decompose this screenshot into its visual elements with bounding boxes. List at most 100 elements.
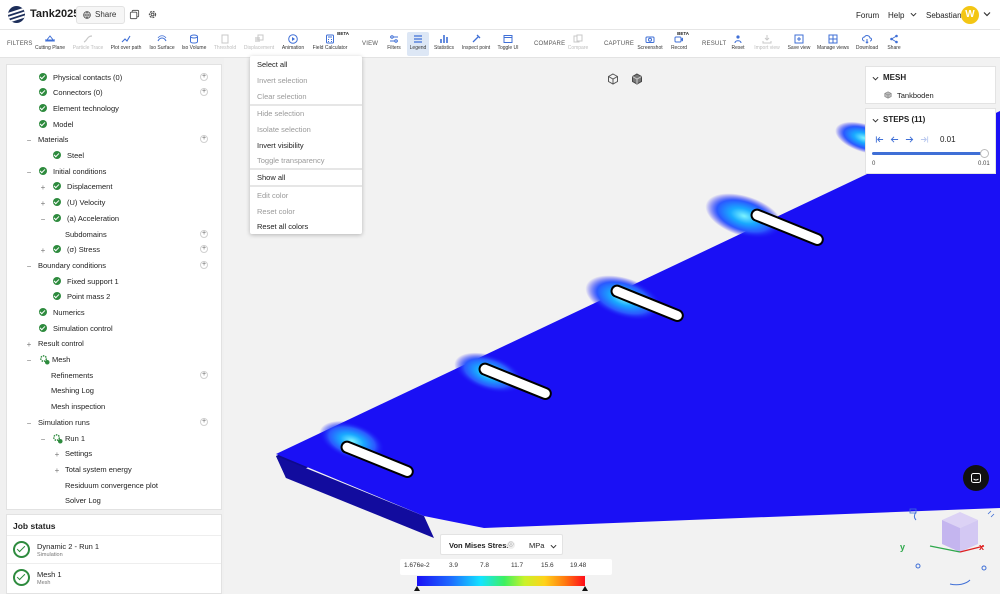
menu-show-all[interactable]: Show all bbox=[257, 173, 285, 182]
add-connector-button[interactable]: + bbox=[200, 88, 208, 96]
mesh-item-tankboden[interactable]: Tankboden bbox=[897, 91, 934, 100]
collapse-icon[interactable]: − bbox=[25, 356, 33, 365]
tree-item-boundary-conditions[interactable]: Boundary conditions bbox=[38, 258, 106, 272]
expand-icon[interactable]: + bbox=[39, 199, 47, 208]
tree-item-displacement[interactable]: Displacement bbox=[53, 179, 112, 193]
tree-item-result-control[interactable]: Result control bbox=[38, 336, 84, 350]
legend-unit-select[interactable]: MPa bbox=[529, 541, 544, 550]
gear-icon[interactable] bbox=[147, 9, 158, 20]
legend-field-name[interactable]: Von Mises Stress bbox=[449, 541, 511, 550]
tree-item-steel[interactable]: Steel bbox=[53, 148, 84, 162]
tree-item-numerics[interactable]: Numerics bbox=[39, 305, 85, 319]
iso-volume-tool[interactable]: Iso Volume bbox=[180, 32, 208, 56]
collapse-icon[interactable]: − bbox=[25, 136, 33, 145]
tree-item-mesh[interactable]: Mesh bbox=[39, 352, 70, 366]
chevron-down-icon[interactable] bbox=[872, 75, 879, 82]
tree-item-point-mass[interactable]: Point mass 2 bbox=[53, 289, 110, 303]
toggle-ui-tool[interactable]: Toggle UI bbox=[496, 32, 520, 56]
collapse-icon[interactable]: − bbox=[39, 215, 47, 224]
iso-surface-tool[interactable]: Iso Surface bbox=[148, 32, 176, 56]
reset-tool[interactable]: Reset bbox=[728, 32, 748, 56]
expand-icon[interactable]: + bbox=[53, 466, 61, 475]
support-chat-button[interactable] bbox=[963, 465, 989, 491]
add-material-button[interactable]: + bbox=[200, 135, 208, 143]
add-run-button[interactable]: + bbox=[200, 418, 208, 426]
add-stress-button[interactable]: + bbox=[200, 245, 208, 253]
filters-tool[interactable]: Filters bbox=[384, 32, 404, 56]
tree-item-meshing-log[interactable]: Meshing Log bbox=[51, 383, 94, 397]
inspect-point-tool[interactable]: Inspect point bbox=[460, 32, 492, 56]
project-title[interactable]: Tank2025 bbox=[30, 8, 79, 20]
copy-link-icon[interactable] bbox=[129, 9, 140, 20]
record-tool[interactable]: BETA Record bbox=[668, 31, 690, 56]
orientation-gizmo[interactable]: y x bbox=[900, 496, 1000, 594]
tree-item-mesh-inspection[interactable]: Mesh inspection bbox=[51, 399, 105, 413]
tree-item-velocity[interactable]: (U) Velocity bbox=[53, 195, 105, 209]
field-calculator-tool[interactable]: BETA Field Calculator bbox=[310, 31, 350, 56]
share-button[interactable]: Share bbox=[76, 6, 126, 24]
tree-item-subdomains[interactable]: Subdomains bbox=[65, 227, 107, 241]
expand-icon[interactable]: + bbox=[25, 340, 33, 349]
previous-step-icon[interactable] bbox=[890, 135, 899, 144]
expand-icon[interactable]: + bbox=[53, 450, 61, 459]
menu-select-all[interactable]: Select all bbox=[257, 60, 287, 69]
info-icon[interactable]: ⓘ bbox=[507, 541, 515, 549]
app-logo-icon[interactable] bbox=[8, 6, 25, 23]
legend-max-marker[interactable] bbox=[582, 586, 588, 591]
tree-item-connectors[interactable]: Connectors (0) bbox=[39, 85, 103, 99]
tree-item-residuum-plot[interactable]: Residuum convergence plot bbox=[65, 478, 158, 492]
screenshot-tool[interactable]: Screenshot bbox=[636, 32, 664, 56]
tree-item-simulation-control[interactable]: Simulation control bbox=[39, 321, 113, 335]
next-step-icon[interactable] bbox=[905, 135, 914, 144]
tree-item-solver-log[interactable]: Solver Log bbox=[65, 493, 101, 507]
collapse-icon[interactable]: − bbox=[25, 419, 33, 428]
collapse-icon[interactable]: − bbox=[25, 262, 33, 271]
menu-invert-visibility[interactable]: Invert visibility bbox=[257, 141, 304, 150]
collapse-icon[interactable]: − bbox=[25, 168, 33, 177]
first-step-icon[interactable] bbox=[875, 135, 884, 144]
tree-item-refinements[interactable]: Refinements bbox=[51, 368, 93, 382]
legend-tool[interactable]: Legend bbox=[407, 32, 429, 56]
forum-link[interactable]: Forum bbox=[856, 11, 879, 20]
download-tool[interactable]: Download bbox=[854, 32, 880, 56]
legend-min-marker[interactable] bbox=[414, 586, 420, 591]
tree-item-physical-contacts[interactable]: Physical contacts (0) bbox=[39, 70, 122, 84]
add-subdomain-button[interactable]: + bbox=[200, 230, 208, 238]
cutting-plane-tool[interactable]: Cutting Plane bbox=[33, 32, 67, 56]
manage-views-tool[interactable]: Manage views bbox=[816, 32, 850, 56]
tree-item-simulation-runs[interactable]: Simulation runs bbox=[38, 415, 90, 429]
add-physical-contact-button[interactable]: + bbox=[200, 73, 208, 81]
collapse-icon[interactable]: − bbox=[39, 435, 47, 444]
expand-icon[interactable]: + bbox=[39, 246, 47, 255]
add-refinement-button[interactable]: + bbox=[200, 371, 208, 379]
job-item[interactable]: Dynamic 2 - Run 1 Simulation bbox=[7, 535, 221, 563]
avatar[interactable]: W bbox=[961, 6, 979, 24]
animation-tool[interactable]: Animation bbox=[280, 32, 306, 56]
tree-item-run1[interactable]: Run 1 bbox=[52, 431, 85, 445]
chevron-down-icon[interactable] bbox=[872, 117, 879, 124]
tree-item-initial-conditions[interactable]: Initial conditions bbox=[39, 164, 106, 178]
solid-cube-icon[interactable] bbox=[631, 73, 643, 85]
tree-item-acceleration[interactable]: (a) Acceleration bbox=[53, 211, 119, 225]
isometric-view-icon[interactable] bbox=[607, 73, 619, 85]
tree-item-model[interactable]: Model bbox=[39, 117, 73, 131]
tree-item-element-technology[interactable]: Element technology bbox=[39, 101, 119, 115]
step-slider-track[interactable] bbox=[872, 152, 984, 155]
user-name[interactable]: Sebastian bbox=[926, 11, 962, 20]
expand-icon[interactable]: + bbox=[39, 183, 47, 192]
tree-item-total-energy[interactable]: Total system energy bbox=[65, 462, 132, 476]
job-item[interactable]: Mesh 1 Mesh bbox=[7, 563, 221, 591]
chevron-down-icon[interactable] bbox=[983, 10, 991, 18]
menu-reset-all-colors[interactable]: Reset all colors bbox=[257, 222, 308, 231]
step-slider-handle[interactable] bbox=[979, 149, 989, 158]
statistics-tool[interactable]: Statistics bbox=[432, 32, 456, 56]
chevron-down-icon[interactable] bbox=[550, 543, 557, 550]
save-view-tool[interactable]: Save view bbox=[786, 32, 812, 56]
plot-over-path-tool[interactable]: Plot over path bbox=[108, 32, 144, 56]
help-menu[interactable]: Help bbox=[888, 11, 917, 20]
share-tool[interactable]: Share bbox=[884, 32, 904, 56]
tree-item-settings[interactable]: Settings bbox=[65, 446, 92, 460]
tree-item-materials[interactable]: Materials bbox=[38, 132, 68, 146]
tree-item-stress[interactable]: (σ) Stress bbox=[53, 242, 100, 256]
add-boundary-condition-button[interactable]: + bbox=[200, 261, 208, 269]
